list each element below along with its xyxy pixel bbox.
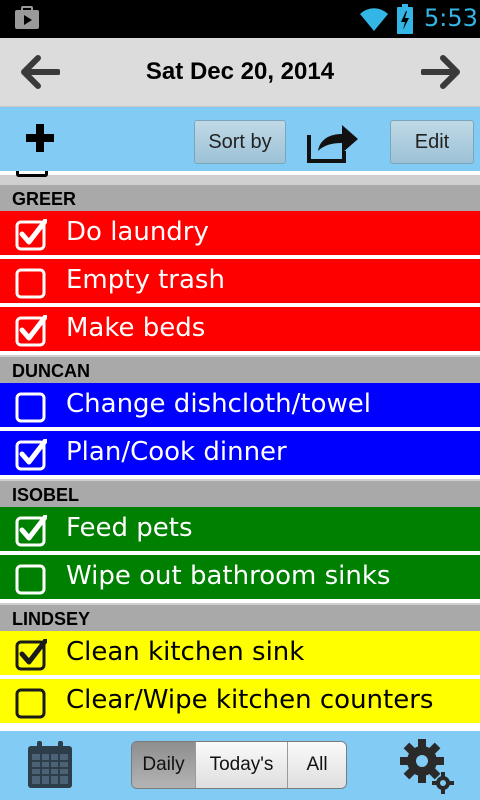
status-time: 5:53 [424, 4, 478, 32]
checkbox-icon[interactable] [15, 219, 47, 251]
view-selector: Daily Today's All [131, 741, 347, 789]
chore-list[interactable]: GREER Do laundry Empty trash Make beds D… [0, 171, 480, 731]
list-scroll-edge [0, 171, 480, 183]
task-row[interactable]: Clean kitchen sink [0, 631, 480, 677]
checkbox-icon[interactable] [15, 391, 47, 423]
status-bar: 5:53 [0, 0, 480, 38]
task-label: Clean kitchen sink [66, 637, 305, 667]
view-todays-button[interactable]: Today's [196, 742, 288, 788]
task-label: Make beds [66, 313, 206, 343]
task-row[interactable]: Plan/Cook dinner [0, 431, 480, 477]
task-label: Wipe out bathroom sinks [66, 561, 391, 591]
checkbox-icon[interactable] [15, 639, 47, 671]
group-header: LINDSEY [0, 603, 480, 631]
task-label: Plan/Cook dinner [66, 437, 287, 467]
group-header: ISOBEL [0, 479, 480, 507]
edit-button[interactable]: Edit [390, 120, 474, 164]
date-bar: Sat Dec 20, 2014 [0, 38, 480, 107]
task-row[interactable]: Do laundry [0, 211, 480, 257]
checkbox-icon[interactable] [15, 563, 47, 595]
wifi-icon [360, 8, 388, 31]
task-label: Clear/Wipe kitchen counters [66, 685, 434, 715]
view-all-button[interactable]: All [288, 742, 346, 788]
plus-icon[interactable] [24, 122, 56, 154]
sort-by-button[interactable]: Sort by [194, 120, 286, 164]
checkbox-icon[interactable] [15, 267, 47, 299]
bottom-bar: Daily Today's All [0, 731, 480, 800]
task-row[interactable]: Change dishcloth/towel [0, 383, 480, 429]
checkbox-icon[interactable] [15, 439, 47, 471]
checkbox-icon[interactable] [15, 515, 47, 547]
gear-icon[interactable] [398, 737, 456, 795]
checkbox-icon[interactable] [15, 687, 47, 719]
task-label: Do laundry [66, 217, 209, 247]
toolbar: Sort by Edit [0, 107, 480, 171]
checkbox-icon[interactable] [15, 315, 47, 347]
task-row[interactable]: Wipe out bathroom sinks [0, 555, 480, 601]
date-title: Sat Dec 20, 2014 [145, 58, 335, 85]
view-daily-button[interactable]: Daily [132, 742, 196, 788]
checkbox-icon [16, 171, 48, 177]
battery-icon [397, 4, 413, 34]
group-header: GREER [0, 183, 480, 211]
group-header: DUNCAN [0, 355, 480, 383]
task-row[interactable]: Empty trash [0, 259, 480, 305]
arrow-right-icon[interactable] [421, 52, 461, 92]
task-label: Change dishcloth/towel [66, 389, 372, 419]
task-row[interactable]: Clear/Wipe kitchen counters [0, 679, 480, 725]
calendar-icon[interactable] [26, 740, 74, 790]
notification-icon [15, 6, 39, 29]
task-label: Feed pets [66, 513, 193, 543]
task-label: Empty trash [66, 265, 225, 295]
task-row[interactable]: Feed pets [0, 507, 480, 553]
share-icon[interactable] [306, 121, 360, 163]
task-row[interactable]: Make beds [0, 307, 480, 353]
